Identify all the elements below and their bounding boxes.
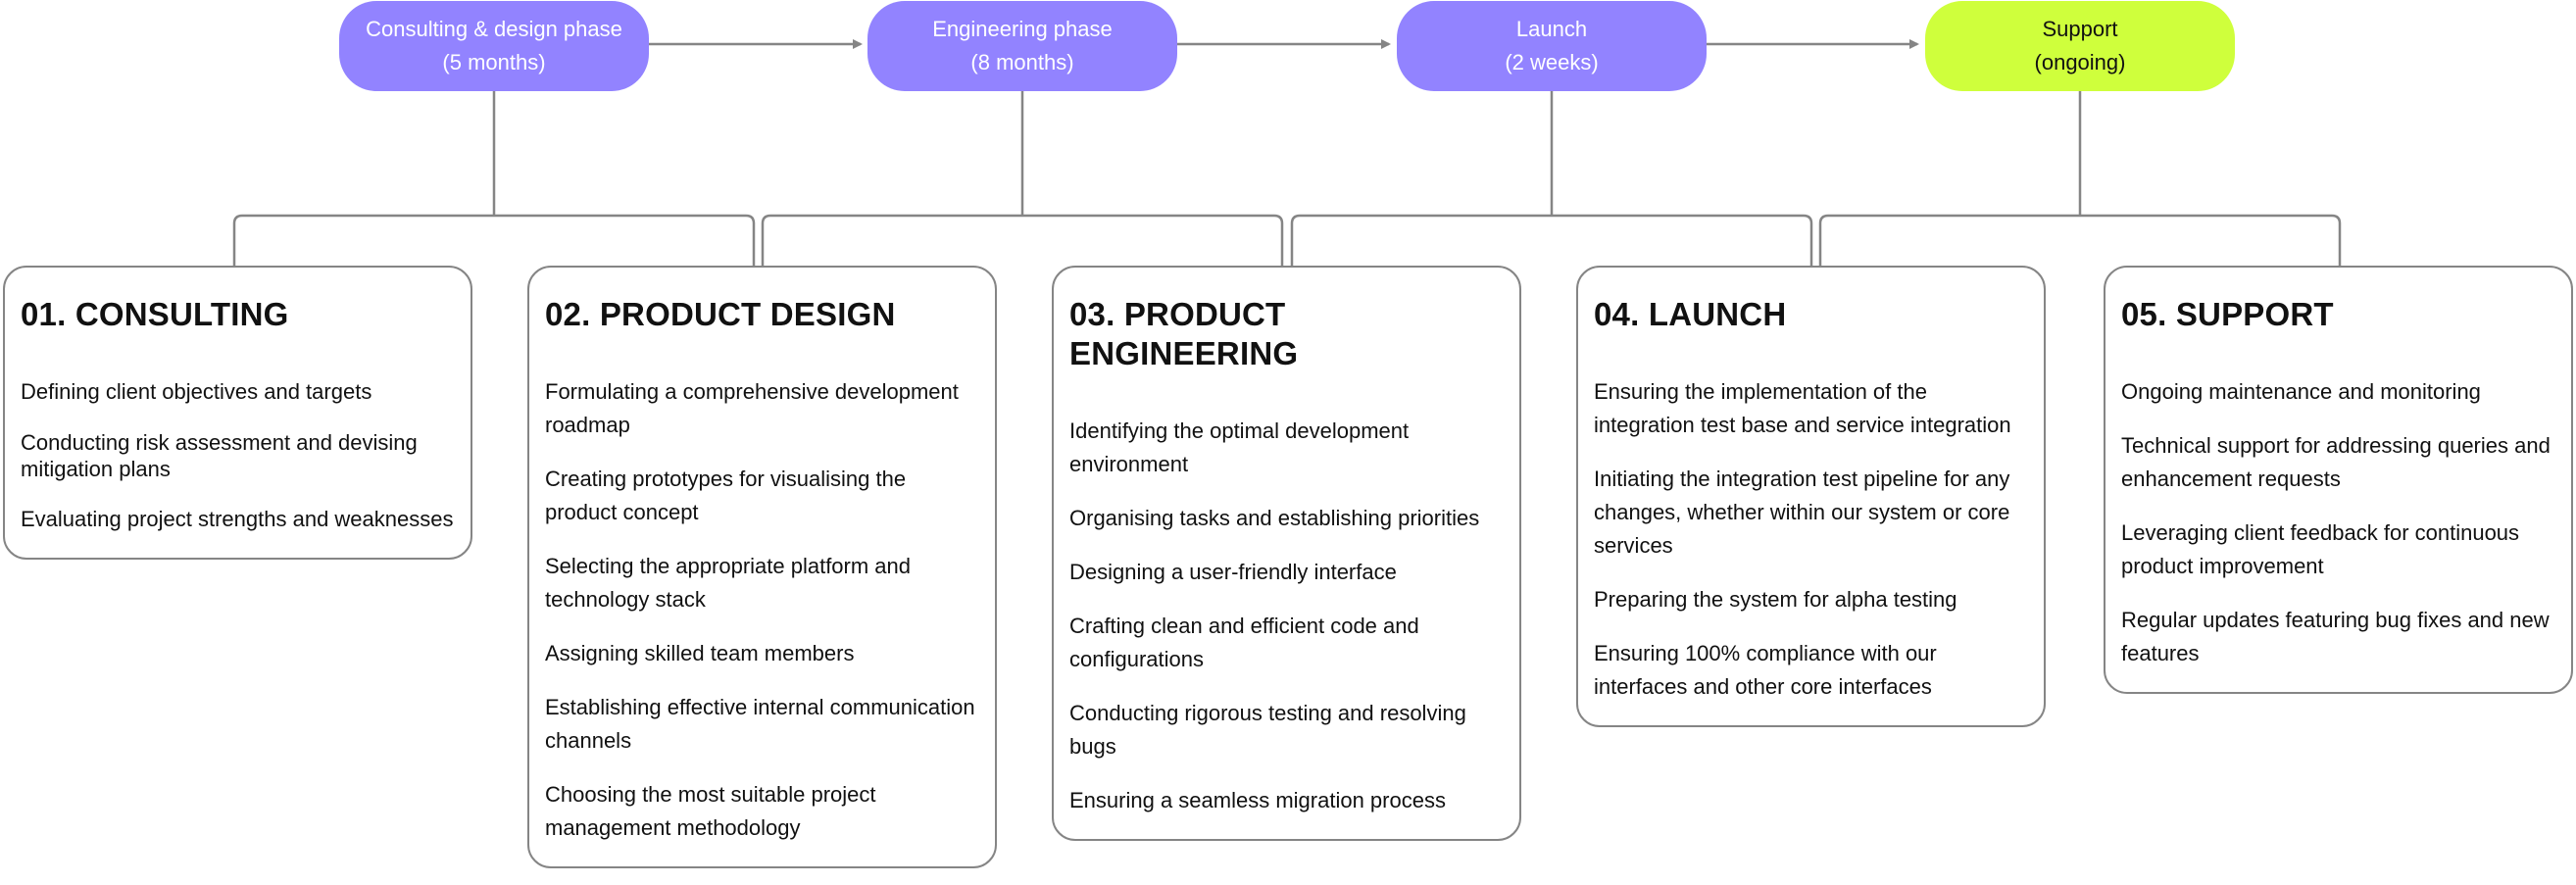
phase-duration: (8 months): [970, 50, 1074, 74]
phase-duration: (ongoing): [2034, 50, 2126, 74]
stage-card-product-engineering: 03. PRODUCT ENGINEERING Identifying the …: [1052, 266, 1521, 841]
phase-name: Consulting & design phase: [366, 17, 622, 41]
stage-task: Conducting rigorous testing and resolvin…: [1069, 701, 1466, 759]
stage-task: Ensuring the implementation of the integ…: [1594, 379, 2011, 437]
stage-task: Establishing effective internal communic…: [545, 695, 975, 753]
stage-task: Assigning skilled team members: [545, 641, 855, 665]
branch-phase-2: [761, 91, 1284, 267]
stage-task: Organising tasks and establishing priori…: [1069, 506, 1480, 530]
branch-phase-4: [1818, 91, 2342, 267]
stage-task-list: Defining client objectives and targets C…: [21, 375, 455, 536]
stage-title: 05. SUPPORT: [2121, 296, 2334, 332]
stage-task: Ensuring a seamless migration process: [1069, 788, 1446, 812]
stage-task-list: Ongoing maintenance and monitoring Techn…: [2121, 375, 2555, 670]
phase-name: Launch: [1515, 17, 1588, 41]
stage-task: Technical support for addressing queries…: [2121, 433, 2551, 491]
phase-duration: (2 weeks): [1505, 50, 1599, 74]
phase-duration: (5 months): [442, 50, 546, 74]
stage-task: Preparing the system for alpha testing: [1594, 587, 1957, 612]
phase-engineering: Engineering phase (8 months): [867, 1, 1177, 91]
stage-task-list: Ensuring the implementation of the integ…: [1594, 375, 2028, 704]
stage-task-list: Formulating a comprehensive development …: [545, 375, 979, 845]
stage-task: Ensuring 100% compliance with our interf…: [1594, 641, 1937, 699]
stage-task: Ongoing maintenance and monitoring: [2121, 379, 2481, 404]
stage-task-list: Identifying the optimal development envi…: [1069, 415, 1504, 817]
stage-task: Selecting the appropriate platform and t…: [545, 554, 912, 612]
stage-title: 02. PRODUCT DESIGN: [545, 296, 896, 332]
stage-card-launch: 04. LAUNCH Ensuring the implementation o…: [1576, 266, 2046, 727]
stage-task: Conducting risk assessment and devising …: [21, 430, 418, 481]
stage-task: Leveraging client feedback for continuou…: [2121, 520, 2520, 578]
stage-title: 04. LAUNCH: [1594, 296, 1787, 332]
stage-card-support: 05. SUPPORT Ongoing maintenance and moni…: [2104, 266, 2573, 694]
stage-title: 01. CONSULTING: [21, 296, 289, 332]
stage-card-consulting: 01. CONSULTING Defining client objective…: [3, 266, 472, 560]
branch-phase-3: [1290, 91, 1813, 267]
branch-phase-1: [232, 91, 756, 267]
stage-task: Evaluating project strengths and weaknes…: [21, 507, 454, 531]
phase-name: Engineering phase: [932, 17, 1113, 41]
stage-card-product-design: 02. PRODUCT DESIGN Formulating a compreh…: [527, 266, 997, 868]
phase-support: Support (ongoing): [1925, 1, 2235, 91]
stage-task: Creating prototypes for visualising the …: [545, 467, 907, 524]
stage-task: Regular updates featuring bug fixes and …: [2121, 608, 2550, 665]
stage-task: Crafting clean and efficient code and co…: [1069, 614, 1419, 671]
stage-task: Designing a user-friendly interface: [1069, 560, 1397, 584]
stage-task: Identifying the optimal development envi…: [1069, 418, 1410, 476]
stage-task: Defining client objectives and targets: [21, 379, 372, 404]
stage-task: Initiating the integration test pipeline…: [1594, 467, 2010, 558]
stage-task: Choosing the most suitable project manag…: [545, 782, 876, 840]
stage-task: Formulating a comprehensive development …: [545, 379, 959, 437]
phase-consulting-design: Consulting & design phase (5 months): [339, 1, 649, 91]
phase-launch: Launch (2 weeks): [1397, 1, 1707, 91]
phase-name: Support: [2042, 17, 2118, 41]
stage-title: 03. PRODUCT ENGINEERING: [1069, 296, 1299, 371]
